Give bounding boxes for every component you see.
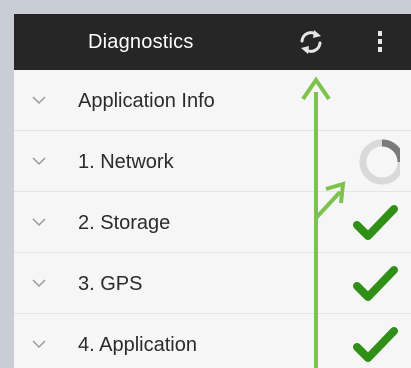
checkmark-icon bbox=[353, 327, 398, 362]
overflow-menu-icon bbox=[378, 31, 382, 52]
chevron-down-icon bbox=[32, 96, 46, 105]
chevron-down-icon bbox=[32, 279, 46, 288]
list-item-label: 1. Network bbox=[78, 151, 174, 173]
list-item-application-info[interactable]: Application Info bbox=[14, 70, 411, 131]
list-item-gps[interactable]: 3. GPS bbox=[14, 253, 411, 314]
list-item-label: 3. GPS bbox=[78, 273, 143, 295]
chevron-down-icon bbox=[32, 340, 46, 349]
overflow-menu-button[interactable] bbox=[368, 26, 392, 58]
chevron-down-icon bbox=[32, 218, 46, 227]
action-bar: Diagnostics bbox=[14, 14, 411, 70]
checkmark-icon bbox=[353, 266, 398, 301]
list-item-label: 2. Storage bbox=[78, 212, 171, 234]
app-screen: Diagnostics Application Info 1. Network … bbox=[14, 14, 411, 368]
refresh-icon bbox=[300, 30, 322, 54]
list-item-storage[interactable]: 2. Storage bbox=[14, 192, 411, 253]
loading-spinner-icon bbox=[359, 139, 400, 185]
list-item-label: Application Info bbox=[78, 90, 215, 112]
diagnostics-list: Application Info 1. Network 2. Storage 3… bbox=[14, 70, 411, 368]
refresh-button[interactable] bbox=[295, 26, 327, 58]
chevron-down-icon bbox=[32, 157, 46, 166]
page-title: Diagnostics bbox=[88, 31, 194, 53]
list-item-label: 4. Application bbox=[78, 334, 197, 356]
list-item-application[interactable]: 4. Application bbox=[14, 314, 411, 368]
checkmark-icon bbox=[353, 205, 398, 240]
list-item-network[interactable]: 1. Network bbox=[14, 131, 411, 192]
